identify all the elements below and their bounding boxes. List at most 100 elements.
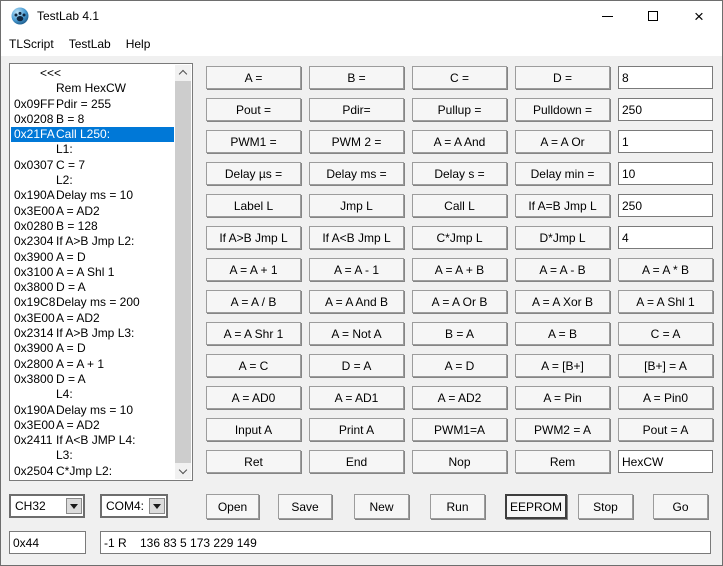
action-go-button[interactable]: Go <box>653 494 708 519</box>
menu-item-help[interactable]: Help <box>126 34 151 54</box>
grid-button[interactable]: A = [B+] <box>515 354 610 377</box>
grid-button[interactable]: Pout = A <box>618 418 713 441</box>
grid-button[interactable]: A = A + B <box>412 258 507 281</box>
list-item[interactable]: 0x3800D = A <box>11 372 174 387</box>
grid-button[interactable]: A = C <box>206 354 301 377</box>
list-item[interactable]: 0x0280B = 128 <box>11 219 174 234</box>
grid-field[interactable] <box>618 226 713 249</box>
list-item[interactable]: 0x19C8Delay ms = 200 <box>11 295 174 310</box>
grid-field[interactable] <box>618 162 713 185</box>
list-item[interactable]: 0x0208B = 8 <box>11 112 174 127</box>
minimize-button[interactable] <box>584 1 630 31</box>
list-item[interactable]: 0x3900A = D <box>11 341 174 356</box>
grid-button[interactable]: A = A And <box>412 130 507 153</box>
grid-button[interactable]: Pdir= <box>309 98 404 121</box>
list-item[interactable]: 0x21FACall L250: <box>11 127 174 142</box>
action-open-button[interactable]: Open <box>206 494 259 519</box>
grid-button[interactable]: A = A + 1 <box>206 258 301 281</box>
grid-button[interactable]: Delay µs = <box>206 162 301 185</box>
grid-button[interactable]: A = <box>206 66 301 89</box>
grid-button[interactable]: If A>B Jmp L <box>206 226 301 249</box>
grid-field[interactable] <box>618 66 713 89</box>
grid-button[interactable]: C = A <box>618 322 713 345</box>
grid-button[interactable]: A = A Shl 1 <box>618 290 713 313</box>
grid-button[interactable]: If A<B Jmp L <box>309 226 404 249</box>
list-item[interactable]: 0x2411If A<B JMP L4: <box>11 433 174 448</box>
grid-button[interactable]: Rem <box>515 450 610 473</box>
grid-button[interactable]: A = D <box>412 354 507 377</box>
list-item[interactable]: 0x2504C*Jmp L2: <box>11 464 174 479</box>
list-item[interactable]: 0x3800D = A <box>11 280 174 295</box>
grid-button[interactable]: A = B <box>515 322 610 345</box>
grid-button[interactable]: Call L <box>412 194 507 217</box>
list-item[interactable]: 0x190ADelay ms = 10 <box>11 403 174 418</box>
combo-dropdown-button[interactable] <box>66 498 82 514</box>
maximize-button[interactable] <box>630 1 676 31</box>
grid-button[interactable]: A = A Xor B <box>515 290 610 313</box>
chip-select[interactable]: CH32 <box>9 494 85 518</box>
list-item[interactable]: 0x2304If A>B Jmp L2: <box>11 234 174 249</box>
grid-button[interactable]: Pullup = <box>412 98 507 121</box>
grid-button[interactable]: A = A - B <box>515 258 610 281</box>
grid-button[interactable]: Delay s = <box>412 162 507 185</box>
output-field[interactable] <box>100 531 711 554</box>
list-item[interactable]: <<< <box>11 66 174 81</box>
grid-button[interactable]: A = A - 1 <box>309 258 404 281</box>
list-item[interactable]: L1: <box>11 142 174 157</box>
action-save-button[interactable]: Save <box>278 494 332 519</box>
list-item[interactable]: 0x3E00A = AD2 <box>11 311 174 326</box>
combo-dropdown-button[interactable] <box>149 498 165 514</box>
grid-button[interactable]: If A=B Jmp L <box>515 194 610 217</box>
grid-button[interactable]: Jmp L <box>309 194 404 217</box>
list-item[interactable]: 0x2314If A>B Jmp L3: <box>11 326 174 341</box>
grid-button[interactable]: A = A / B <box>206 290 301 313</box>
list-item[interactable]: 0x2800A = A + 1 <box>11 357 174 372</box>
grid-field[interactable] <box>618 98 713 121</box>
list-item[interactable]: 0x190ADelay ms = 10 <box>11 188 174 203</box>
scrollbar-thumb[interactable] <box>175 81 191 463</box>
list-item[interactable]: L3: <box>11 448 174 463</box>
grid-button[interactable]: Label L <box>206 194 301 217</box>
grid-field[interactable] <box>618 130 713 153</box>
grid-button[interactable]: Nop <box>412 450 507 473</box>
grid-button[interactable]: Ret <box>206 450 301 473</box>
list-item[interactable]: L4: <box>11 387 174 402</box>
grid-button[interactable]: A = Pin0 <box>618 386 713 409</box>
grid-button[interactable]: C = <box>412 66 507 89</box>
grid-button[interactable]: A = Not A <box>309 322 404 345</box>
grid-button[interactable]: A = A Shr 1 <box>206 322 301 345</box>
grid-button[interactable]: A = AD1 <box>309 386 404 409</box>
grid-field[interactable] <box>618 450 713 473</box>
action-eeprom-button[interactable]: EEPROM <box>505 494 567 519</box>
list-item[interactable]: 0x09FFPdir = 255 <box>11 97 174 112</box>
grid-button[interactable]: D*Jmp L <box>515 226 610 249</box>
action-stop-button[interactable]: Stop <box>578 494 633 519</box>
grid-button[interactable]: B = A <box>412 322 507 345</box>
menu-item-testlab[interactable]: TestLab <box>69 34 111 54</box>
grid-button[interactable]: A = AD0 <box>206 386 301 409</box>
grid-button[interactable]: Delay min = <box>515 162 610 185</box>
list-item[interactable]: 0x0307C = 7 <box>11 158 174 173</box>
com-port-select[interactable]: COM4: <box>100 494 168 518</box>
grid-button[interactable]: A = A * B <box>618 258 713 281</box>
scrollbar-down-button[interactable] <box>175 463 191 479</box>
action-new-button[interactable]: New <box>354 494 409 519</box>
grid-button[interactable]: D = <box>515 66 610 89</box>
grid-button[interactable]: PWM1 = <box>206 130 301 153</box>
list-item[interactable]: 0x3900A = D <box>11 250 174 265</box>
scrollbar-up-button[interactable] <box>175 65 191 81</box>
grid-button[interactable]: D = A <box>309 354 404 377</box>
grid-button[interactable]: Delay ms = <box>309 162 404 185</box>
grid-button[interactable]: A = Pin <box>515 386 610 409</box>
grid-button[interactable]: B = <box>309 66 404 89</box>
list-item[interactable]: 0x3E00A = AD2 <box>11 204 174 219</box>
menu-item-tlscript[interactable]: TLScript <box>9 34 54 54</box>
grid-button[interactable]: PWM 2 = <box>309 130 404 153</box>
grid-button[interactable]: Pout = <box>206 98 301 121</box>
grid-field[interactable] <box>618 194 713 217</box>
list-item[interactable]: Rem HexCW <box>11 81 174 96</box>
grid-button[interactable]: A = AD2 <box>412 386 507 409</box>
address-field[interactable] <box>9 531 86 554</box>
grid-button[interactable]: Input A <box>206 418 301 441</box>
grid-button[interactable]: C*Jmp L <box>412 226 507 249</box>
